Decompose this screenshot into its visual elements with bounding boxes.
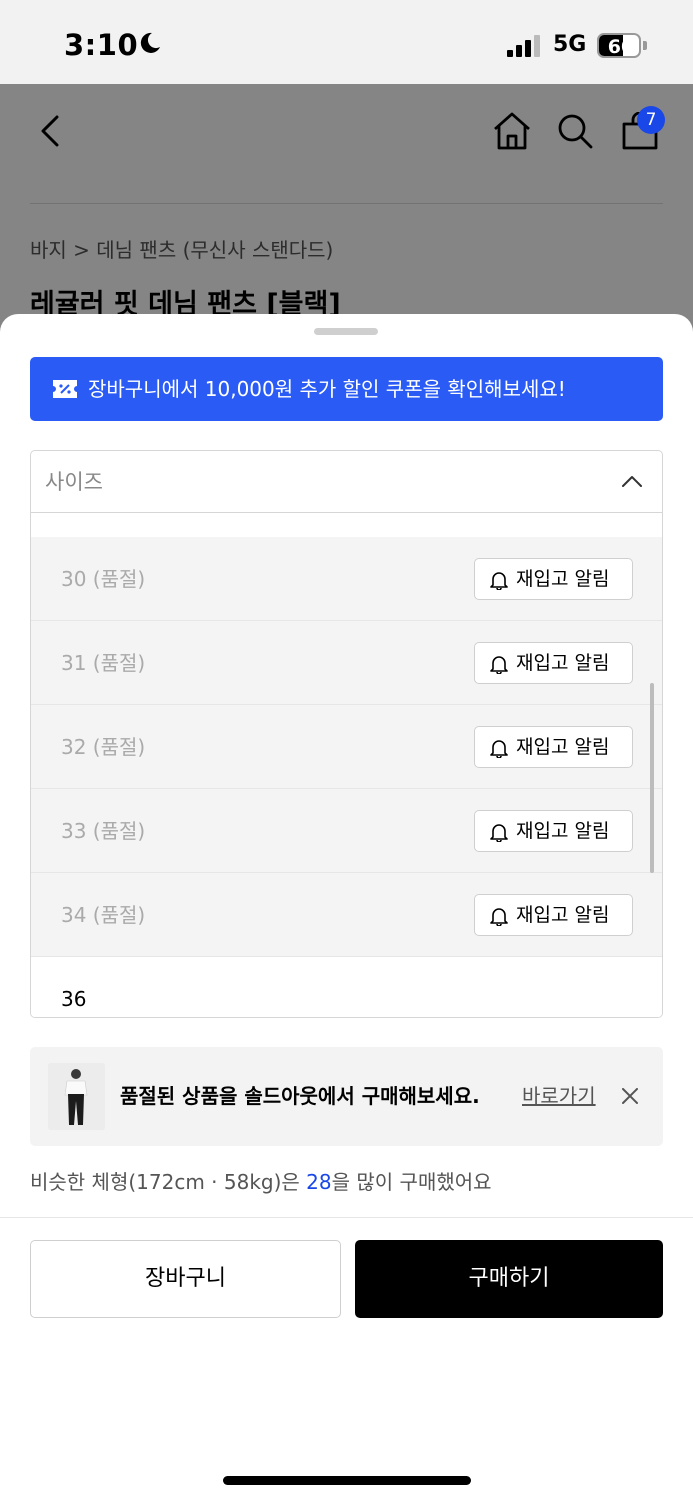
coupon-icon: [53, 380, 77, 398]
sheet-drag-handle[interactable]: [314, 328, 378, 335]
restock-alert-label: 재입고 알림: [516, 652, 610, 674]
similar-prefix: 비슷한 체형(172cm · 58kg)은: [30, 1170, 307, 1194]
size-list-scrollbar[interactable]: [650, 683, 654, 873]
cart-count-badge: 7: [637, 106, 665, 134]
bell-icon: [490, 824, 508, 842]
restock-alert-button[interactable]: 재입고 알림: [474, 810, 633, 852]
size-option-available[interactable]: 36: [31, 957, 662, 1017]
similar-body-recommendation: 비슷한 체형(172cm · 58kg)은 28을 많이 구매했어요: [30, 1166, 492, 1195]
size-option-label: 30 (품절): [61, 567, 146, 591]
close-icon[interactable]: [622, 1088, 638, 1104]
restock-alert-label: 재입고 알림: [516, 820, 610, 842]
size-option[interactable]: 34 (품절) 재입고 알림: [31, 873, 662, 957]
bell-icon: [490, 572, 508, 590]
home-indicator[interactable]: [223, 1476, 471, 1485]
size-label: 사이즈: [45, 470, 103, 494]
battery-level: 60: [607, 36, 635, 58]
recommended-size: 28: [306, 1170, 332, 1194]
coupon-banner[interactable]: 장바구니에서 10,000원 추가 할인 쿠폰을 확인해보세요!: [30, 357, 663, 421]
chevron-up-icon: [622, 476, 642, 487]
product-thumbnail: [48, 1063, 105, 1130]
size-option-label: 32 (품절): [61, 735, 146, 759]
restock-alert-button[interactable]: 재입고 알림: [474, 894, 633, 936]
soldout-banner: 품절된 상품을 솔드아웃에서 구매해보세요. 바로가기: [30, 1047, 663, 1146]
soldout-text: 품절된 상품을 솔드아웃에서 구매해보세요.: [120, 1084, 480, 1108]
bell-icon: [490, 656, 508, 674]
status-bar: 3:10 5G 60: [0, 0, 693, 84]
sheet-divider: [0, 1217, 693, 1218]
size-option-label: 33 (품절): [61, 819, 146, 843]
restock-alert-button[interactable]: 재입고 알림: [474, 558, 633, 600]
size-option[interactable]: 33 (품절) 재입고 알림: [31, 789, 662, 873]
coupon-text: 장바구니에서 10,000원 추가 할인 쿠폰을 확인해보세요!: [88, 377, 566, 401]
battery-icon: 60: [597, 33, 647, 58]
restock-alert-label: 재입고 알림: [516, 736, 610, 758]
size-option-list[interactable]: 30 (품절) 재입고 알림 31 (품절) 재입고 알림 32 (품절) 재입…: [31, 537, 662, 1017]
restock-alert-label: 재입고 알림: [516, 568, 610, 590]
size-option-label: 36: [61, 987, 87, 1011]
buy-now-button[interactable]: 구매하기: [355, 1240, 663, 1318]
restock-alert-label: 재입고 알림: [516, 904, 610, 926]
similar-suffix: 을 많이 구매했어요: [331, 1170, 492, 1194]
size-option-label: 31 (품절): [61, 651, 146, 675]
size-dropdown-header[interactable]: 사이즈: [31, 451, 662, 513]
signal-icon: [507, 35, 540, 57]
restock-alert-button[interactable]: 재입고 알림: [474, 642, 633, 684]
network-label: 5G: [553, 32, 587, 57]
size-dropdown: 사이즈 30 (품절) 재입고 알림 31 (품절) 재입고 알림 32 (품절…: [30, 450, 663, 1018]
soldout-link[interactable]: 바로가기: [522, 1047, 596, 1146]
bell-icon: [490, 740, 508, 758]
size-option[interactable]: 31 (품절) 재입고 알림: [31, 621, 662, 705]
add-to-cart-button[interactable]: 장바구니: [30, 1240, 341, 1318]
restock-alert-button[interactable]: 재입고 알림: [474, 726, 633, 768]
moon-icon: [140, 32, 160, 53]
size-option[interactable]: 32 (품절) 재입고 알림: [31, 705, 662, 789]
option-bottom-sheet: 장바구니에서 10,000원 추가 할인 쿠폰을 확인해보세요! 사이즈 30 …: [0, 314, 693, 1500]
bell-icon: [490, 908, 508, 926]
size-option-label: 34 (품절): [61, 903, 146, 927]
size-option[interactable]: 30 (품절) 재입고 알림: [31, 537, 662, 621]
status-time: 3:10: [64, 28, 139, 62]
